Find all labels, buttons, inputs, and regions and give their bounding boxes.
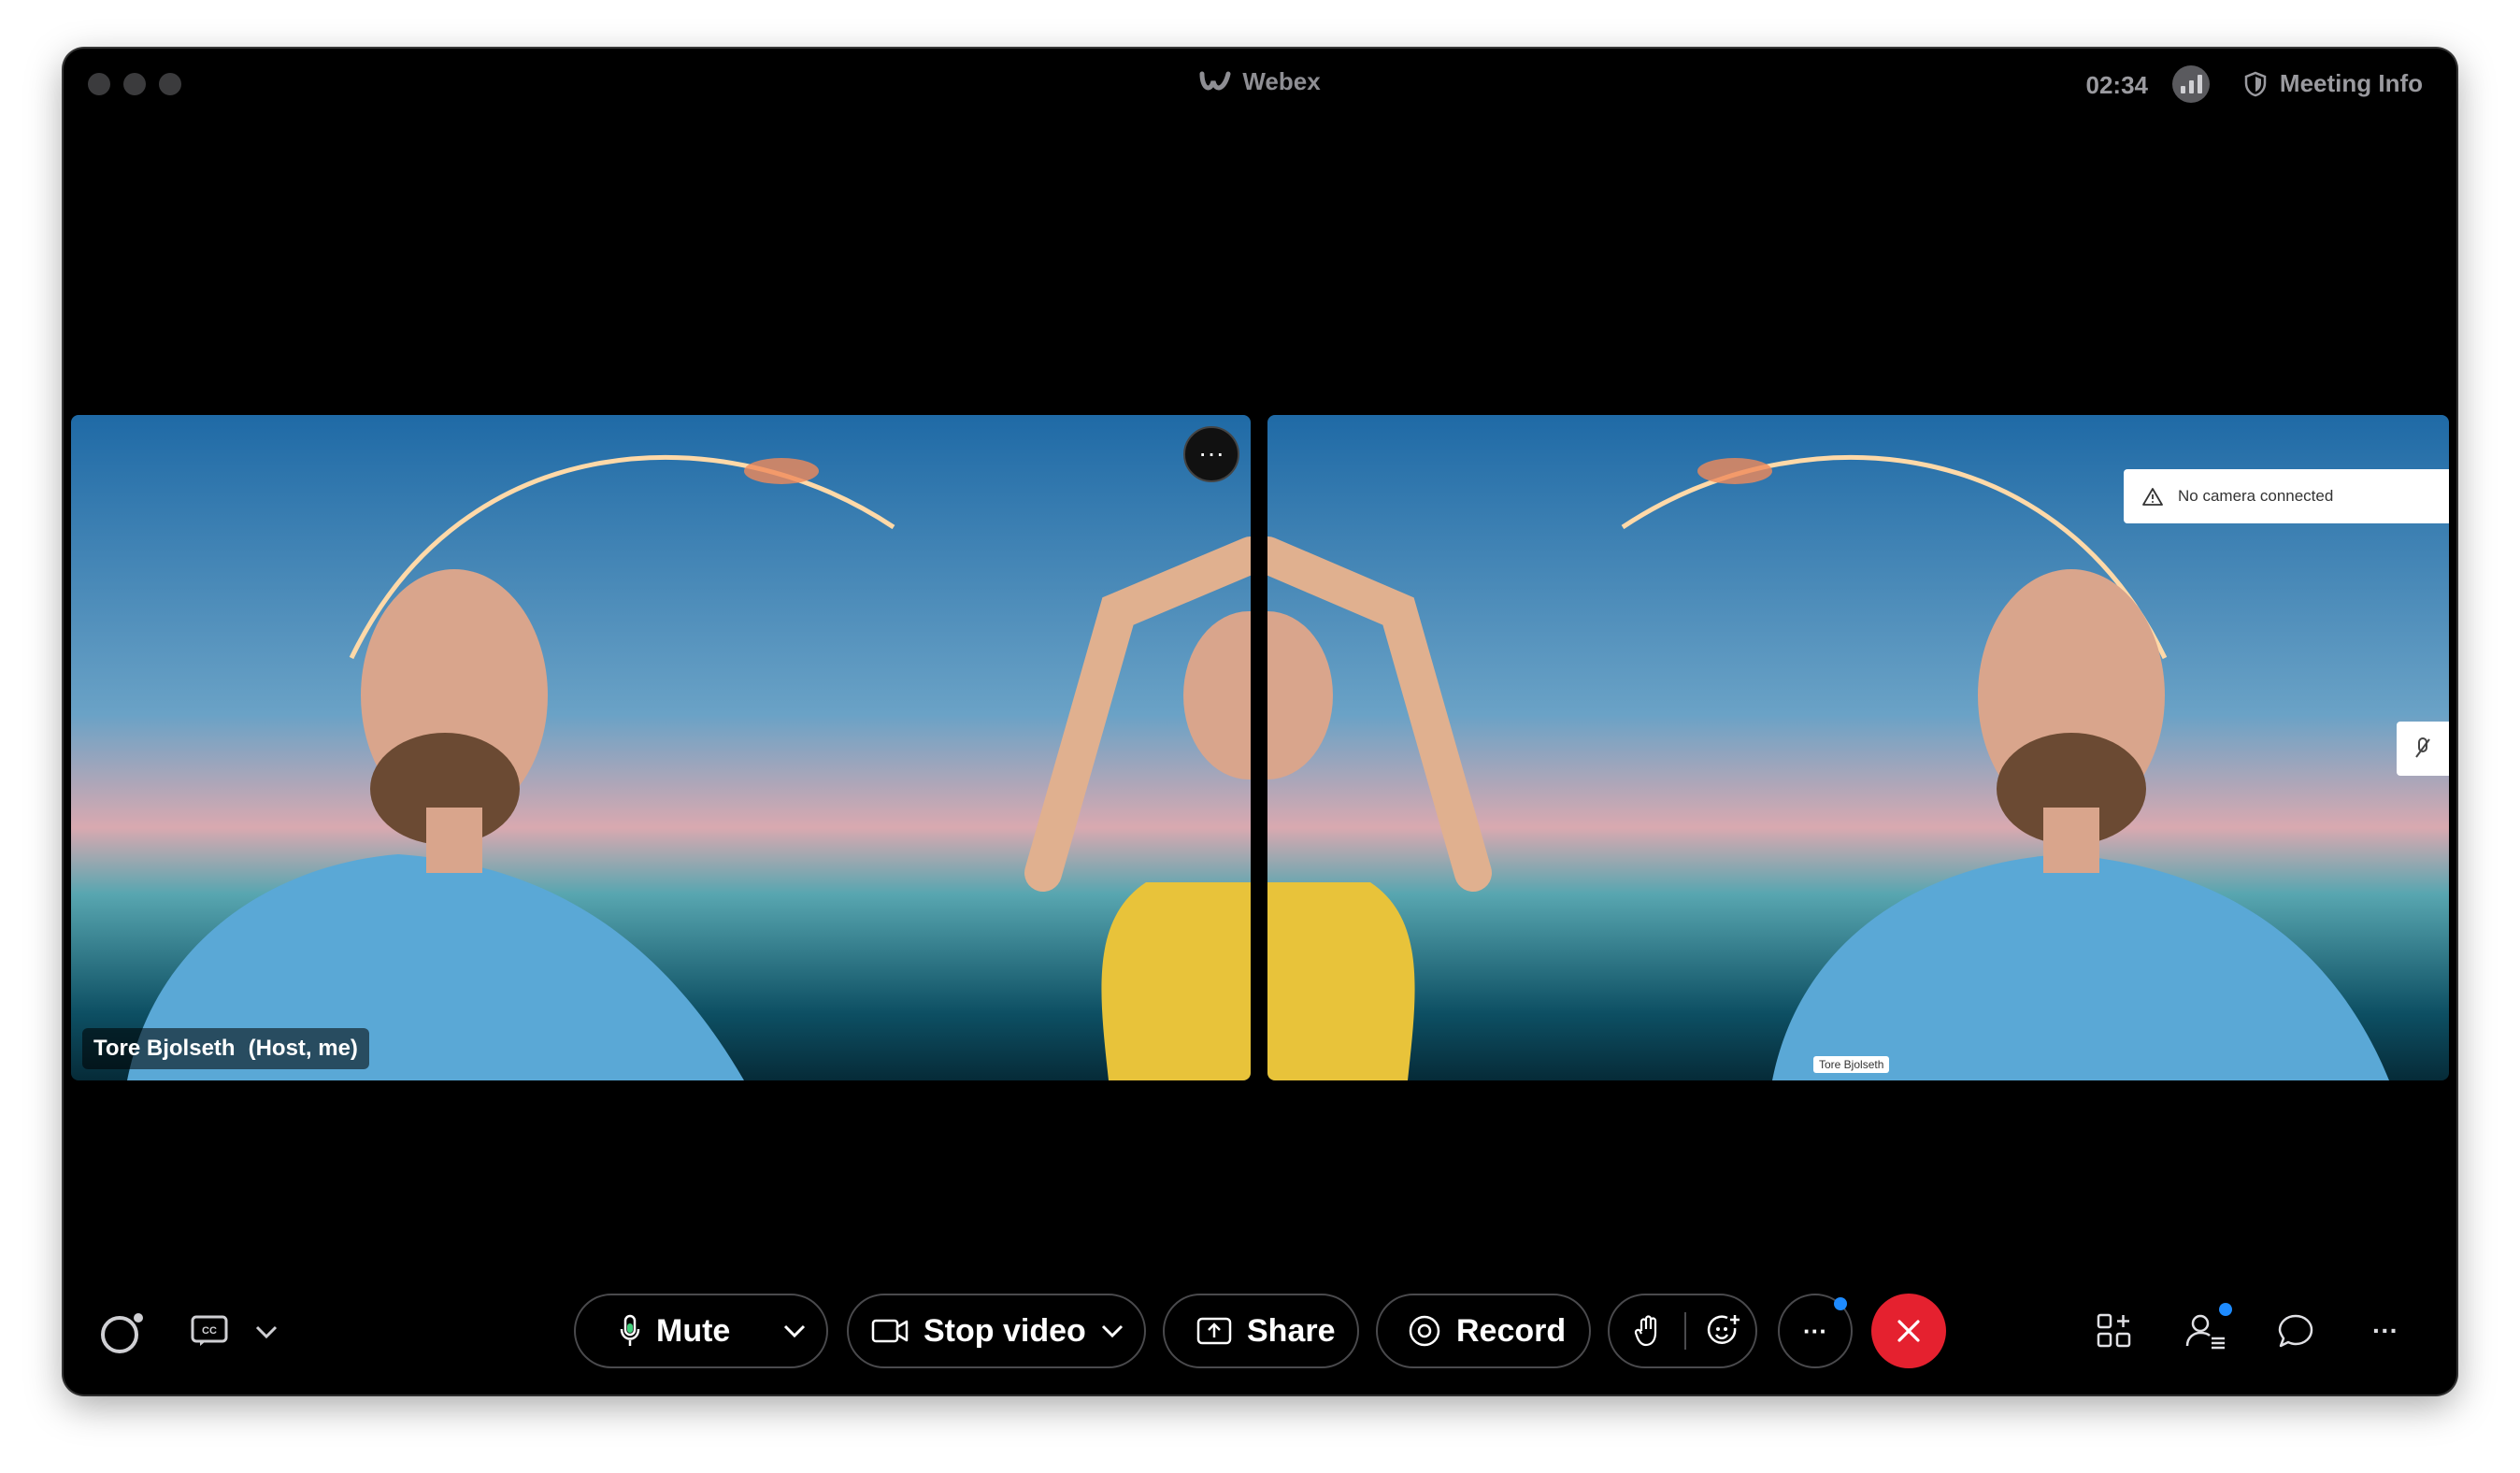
warning-icon [2142, 488, 2163, 506]
emoji-add-icon [1707, 1315, 1740, 1344]
record-label: Record [1456, 1312, 1567, 1349]
meeting-info-label: Meeting Info [2279, 69, 2423, 97]
webex-assistant-button[interactable] [97, 1309, 146, 1357]
app-name: Webex [1242, 67, 1321, 95]
mute-label: Mute [656, 1312, 731, 1349]
muted-mic-badge [2397, 722, 2449, 776]
webex-logo-icon [1199, 71, 1231, 90]
chat-button[interactable] [2271, 1307, 2320, 1355]
meeting-info-button[interactable]: Meeting Info [2244, 69, 2423, 98]
video-camera-icon [871, 1319, 909, 1343]
share-button[interactable]: Share [1163, 1294, 1359, 1368]
reactions-divider [1684, 1312, 1686, 1350]
video-tile-self[interactable]: ··· Tore Bjolseth (Host, me) [71, 415, 1251, 1080]
raise-hand-button[interactable] [1634, 1314, 1662, 1348]
apps-button[interactable] [2090, 1307, 2139, 1355]
overflow-menu-button[interactable]: ··· [2361, 1307, 2410, 1355]
meeting-toolbar: CC Mute Stop video Share Record ··· ··· [64, 1294, 2456, 1372]
chevron-down-icon[interactable] [783, 1324, 806, 1337]
share-screen-icon [1196, 1317, 1232, 1345]
share-label: Share [1247, 1312, 1336, 1349]
chevron-down-icon [255, 1325, 278, 1338]
stop-video-button[interactable]: Stop video [847, 1294, 1146, 1368]
raise-hand-icon [1634, 1315, 1657, 1347]
mute-button[interactable]: Mute [574, 1294, 828, 1368]
assistant-ring-icon [101, 1313, 143, 1353]
close-icon [1897, 1320, 1920, 1342]
end-call-button[interactable] [1871, 1294, 1946, 1368]
participants-notification-dot [2219, 1303, 2232, 1316]
microphone-icon [620, 1314, 640, 1346]
meeting-timer: 02:34 [2085, 71, 2149, 99]
svg-text:CC: CC [202, 1325, 217, 1337]
participant-name-label: Tore Bjolseth (Host, me) [82, 1028, 369, 1069]
closed-captions-icon: CC [191, 1315, 228, 1346]
no-camera-text: No camera connected [2178, 487, 2334, 505]
participant-name: Tore Bjolseth [93, 1036, 236, 1061]
inner-name-tag: Tore Bjolseth [1813, 1056, 1890, 1073]
reactions-group [1608, 1294, 1757, 1368]
reactions-button[interactable] [1707, 1313, 1742, 1349]
notification-dot [1834, 1297, 1847, 1310]
more-options-label: ··· [1803, 1316, 1827, 1345]
participants-icon [2185, 1314, 2225, 1350]
no-camera-notice: No camera connected [2124, 469, 2449, 523]
record-icon [1409, 1315, 1440, 1347]
captions-options-dropdown[interactable] [252, 1318, 280, 1346]
overflow-menu-label: ··· [2372, 1316, 2398, 1345]
chevron-down-icon[interactable] [1101, 1324, 1124, 1337]
record-button[interactable]: Record [1376, 1294, 1591, 1368]
apps-grid-icon [2097, 1313, 2131, 1348]
closed-captions-button[interactable]: CC [189, 1312, 230, 1350]
tile-options-button[interactable]: ··· [1183, 426, 1239, 482]
video-feed-left [71, 415, 1251, 1080]
video-tile-remote[interactable]: No camera connected Tore Bjolseth [1267, 415, 2449, 1080]
webex-window: Webex 02:34 Meeting Info ··· Tore Bjolse… [64, 49, 2456, 1394]
mic-muted-icon [2415, 737, 2430, 758]
participant-role: (Host, me) [248, 1036, 358, 1061]
chat-bubble-icon [2278, 1314, 2313, 1348]
shield-icon [2244, 71, 2267, 96]
network-health-icon[interactable] [2172, 65, 2210, 103]
stop-video-label: Stop video [924, 1312, 1086, 1349]
